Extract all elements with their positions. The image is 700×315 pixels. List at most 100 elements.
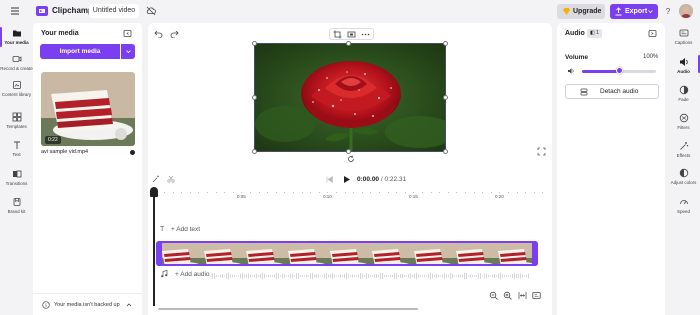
waveform-bar bbox=[290, 273, 291, 279]
rail-item-adjust-colors[interactable]: Adjust colors bbox=[667, 168, 700, 185]
rail-label: Text bbox=[12, 152, 21, 157]
fullscreen-icon[interactable] bbox=[537, 147, 546, 156]
redo-icon[interactable] bbox=[170, 29, 179, 38]
rail-label: Effects bbox=[676, 153, 691, 158]
resize-handle[interactable] bbox=[443, 149, 448, 154]
rail-label: Adjust colors bbox=[670, 180, 697, 185]
ruler-dot bbox=[422, 192, 423, 193]
volume-icon[interactable] bbox=[567, 67, 575, 75]
waveform-bar bbox=[524, 275, 525, 277]
video-preview[interactable] bbox=[254, 43, 446, 152]
resize-handle[interactable] bbox=[443, 41, 448, 46]
top-bar: Clipchamp Untitled video Upgrade Export … bbox=[0, 0, 700, 23]
waveform-bar bbox=[262, 272, 263, 280]
waveform-bar bbox=[450, 272, 451, 280]
fit-icon[interactable] bbox=[347, 30, 356, 39]
split-icon[interactable] bbox=[167, 175, 175, 183]
resize-handle[interactable] bbox=[252, 95, 257, 100]
waveform-bar bbox=[300, 274, 301, 278]
backup-banner[interactable]: Your media isn't backed up bbox=[33, 293, 142, 315]
timeline-ruler[interactable]: 0 0:05 0:10 0:15 0:20 bbox=[153, 189, 550, 199]
magic-wand-icon[interactable] bbox=[152, 175, 160, 183]
add-audio-button[interactable]: + Add audio bbox=[175, 271, 210, 278]
waveform-bar bbox=[380, 272, 381, 280]
zoom-out-icon[interactable] bbox=[489, 291, 498, 300]
waveform-bar bbox=[354, 275, 355, 277]
waveform-bar bbox=[408, 274, 409, 278]
rail-item-audio[interactable]: Audio bbox=[667, 57, 700, 74]
rail-item-captions[interactable]: Captions bbox=[667, 28, 700, 45]
avatar[interactable] bbox=[679, 4, 693, 18]
waveform-bar bbox=[352, 274, 353, 278]
rail-item-transitions[interactable]: Transitions bbox=[0, 169, 33, 186]
resize-handle[interactable] bbox=[346, 41, 351, 46]
waveform-bar bbox=[324, 273, 325, 279]
crop-icon[interactable] bbox=[333, 30, 342, 39]
video-clip[interactable] bbox=[156, 241, 538, 266]
waveform-bar bbox=[418, 274, 419, 278]
resize-handle[interactable] bbox=[443, 95, 448, 100]
more-icon[interactable] bbox=[361, 30, 370, 39]
waveform-bar bbox=[254, 274, 255, 278]
chevron-down-icon[interactable] bbox=[647, 8, 654, 15]
rail-item-speed[interactable]: Speed bbox=[667, 197, 700, 214]
add-text-button[interactable]: + Add text bbox=[171, 226, 200, 233]
help-button[interactable]: ? bbox=[663, 6, 673, 16]
waveform-bar bbox=[256, 273, 257, 279]
waveform-bar bbox=[382, 272, 383, 280]
collapse-panel-icon[interactable] bbox=[123, 29, 132, 38]
ruler-dot bbox=[241, 192, 243, 193]
waveform-bar bbox=[326, 273, 327, 279]
rail-item-your-media[interactable]: Your media bbox=[0, 28, 33, 45]
play-icon[interactable] bbox=[342, 175, 351, 184]
ruler-dot bbox=[525, 192, 527, 193]
rail-item-text[interactable]: Text bbox=[0, 140, 33, 157]
clip-trim-handle-left[interactable] bbox=[156, 241, 162, 266]
zoom-in-icon[interactable] bbox=[503, 291, 512, 300]
volume-slider-thumb[interactable] bbox=[616, 67, 623, 74]
rail-item-fade[interactable]: Fade bbox=[667, 85, 700, 102]
media-thumbnail[interactable] bbox=[41, 72, 135, 146]
undo-icon[interactable] bbox=[154, 29, 163, 38]
waveform-bar bbox=[288, 275, 289, 277]
waveform-bar bbox=[492, 274, 493, 278]
menu-icon[interactable] bbox=[10, 6, 20, 16]
ruler-dot bbox=[473, 192, 475, 193]
ruler-dot bbox=[482, 192, 484, 193]
resize-handle[interactable] bbox=[252, 149, 257, 154]
fit-timeline-icon[interactable] bbox=[518, 291, 527, 300]
captions-toggle-icon[interactable] bbox=[532, 291, 541, 300]
rotate-icon[interactable] bbox=[347, 155, 355, 163]
waveform-bar bbox=[220, 274, 221, 278]
collapse-panel-icon[interactable] bbox=[648, 29, 657, 38]
waveform-bar bbox=[488, 274, 489, 278]
import-media-button[interactable]: Import media bbox=[40, 44, 120, 59]
rail-item-filters[interactable]: Filters bbox=[667, 113, 700, 130]
cloud-off-icon[interactable] bbox=[146, 6, 156, 16]
waveform-bar bbox=[438, 274, 439, 278]
chevron-up-icon[interactable] bbox=[125, 301, 133, 309]
ruler-dot bbox=[387, 192, 389, 193]
waveform-bar bbox=[384, 274, 385, 278]
rail-item-brand-kit[interactable]: Brand kit bbox=[0, 197, 33, 214]
ruler-tick: 0:05 bbox=[237, 194, 246, 199]
waveform-bar bbox=[432, 273, 433, 279]
playhead[interactable] bbox=[153, 191, 155, 306]
import-options-button[interactable] bbox=[121, 44, 135, 59]
project-title-field[interactable]: Untitled video bbox=[89, 4, 139, 18]
waveform-bar bbox=[496, 275, 497, 277]
resize-handle[interactable] bbox=[346, 149, 351, 154]
waveform-bar bbox=[240, 273, 241, 279]
timeline-scrollbar[interactable] bbox=[158, 308, 418, 310]
waveform-bar bbox=[218, 275, 219, 277]
clip-trim-handle-right[interactable] bbox=[532, 241, 538, 266]
waveform-bar bbox=[276, 272, 277, 280]
rail-item-effects[interactable]: Effects bbox=[667, 141, 700, 158]
resize-handle[interactable] bbox=[252, 41, 257, 46]
rail-item-record-create[interactable]: Record & create bbox=[0, 54, 33, 71]
waveform-bar bbox=[280, 275, 281, 277]
rail-item-templates[interactable]: Templates bbox=[0, 112, 33, 129]
skip-back-icon[interactable] bbox=[325, 175, 334, 184]
rail-item-content-library[interactable]: Content library bbox=[0, 80, 33, 97]
waveform-bar bbox=[350, 275, 351, 277]
